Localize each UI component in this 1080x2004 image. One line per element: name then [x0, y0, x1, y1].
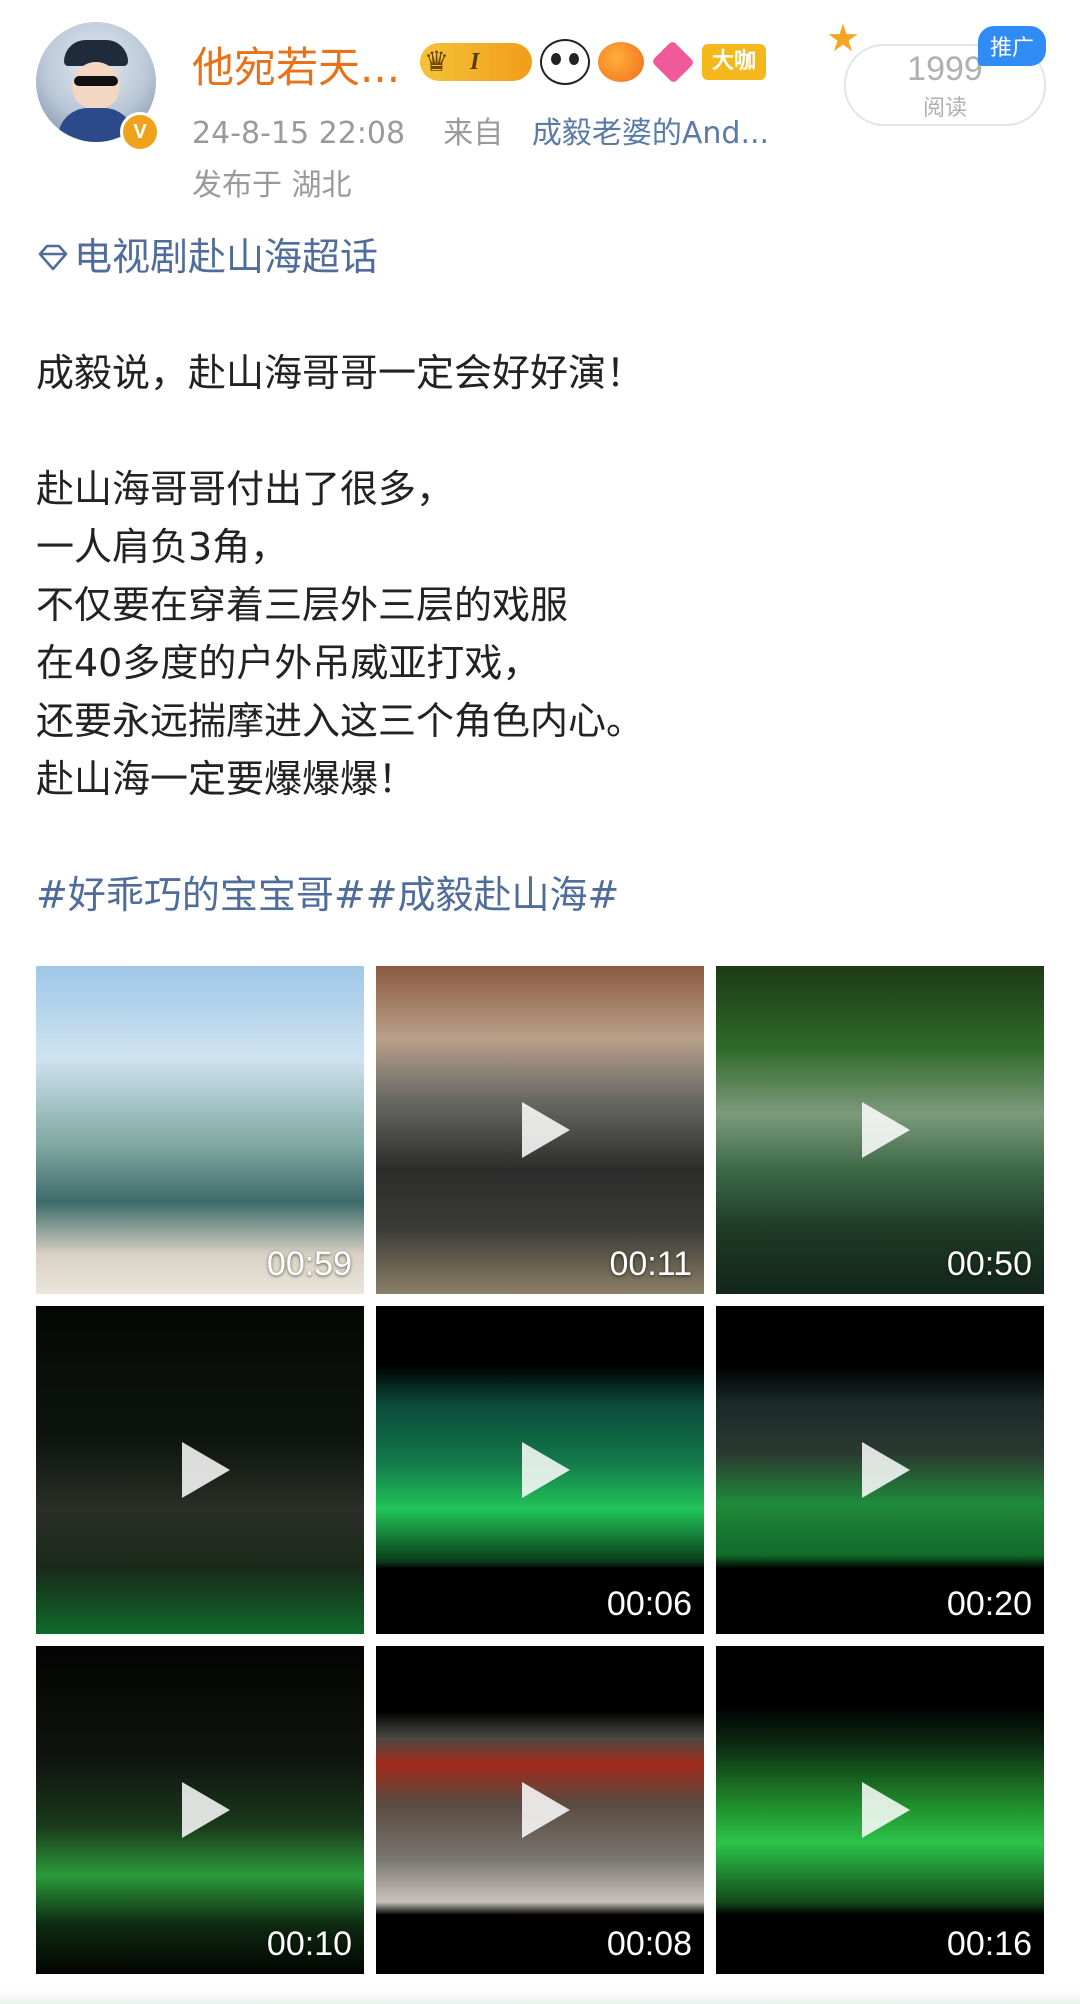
big-shot-badge[interactable]: 大咖 [702, 44, 767, 80]
post-location: 发布于 湖北 [192, 168, 352, 203]
super-topic-label: 电视剧赴山海超话 [74, 235, 379, 279]
member-crown-badge[interactable]: ♛ I [420, 43, 532, 81]
play-icon [862, 1102, 910, 1158]
post-meta: 24-8-15 22:08 来自 成毅老婆的And... [192, 108, 769, 152]
gem-badge-icon[interactable] [651, 40, 695, 84]
play-icon [182, 1782, 230, 1838]
post-content: 电视剧赴山海超话 成毅说，赴山海哥哥一定会好好演！ 赴山海哥哥付出了很多， 一人… [36, 228, 1046, 924]
content-line: 成毅说，赴山海哥哥一定会好好演！ [36, 351, 645, 395]
video-thumbnail[interactable]: 00:16 [716, 1646, 1044, 1974]
super-topic-link[interactable]: 电视剧赴山海超话 [36, 228, 1046, 286]
play-icon [522, 1782, 570, 1838]
member-level-label: I [470, 49, 480, 75]
video-thumbnail[interactable]: 00:10 [36, 1646, 364, 1974]
video-duration: 00:50 [946, 1245, 1032, 1283]
promo-tag: 推广 [978, 26, 1047, 66]
crown-icon: ♛ [424, 45, 450, 78]
content-line: 还要永远揣摩进入这三个角色内心。 [36, 699, 645, 743]
video-thumbnail[interactable]: 00:20 [716, 1306, 1044, 1634]
hashtags-link[interactable]: #好乖巧的宝宝哥##成毅赴山海# [36, 866, 1046, 924]
post-source-link[interactable]: 成毅老婆的And... [532, 116, 769, 151]
avatar-glasses [74, 76, 118, 86]
video-thumbnail[interactable]: 00:50 [716, 966, 1044, 1294]
avatar-face [72, 62, 120, 110]
video-duration: 00:06 [606, 1585, 692, 1623]
video-grid: 00:59 00:11 00:50 00:06 00:20 00:10 00:0… [36, 966, 1044, 1974]
verified-icon: V [120, 112, 160, 152]
play-icon [862, 1782, 910, 1838]
play-icon [182, 1442, 230, 1498]
post-header: V 他宛若天... ♛ I 大咖 ★ 1999 阅读 推广 24-8-15 22… [0, 0, 1080, 203]
video-thumbnail[interactable]: 00:59 [36, 966, 364, 1294]
content-line: 在40多度的户外吊威亚打戏， [36, 641, 541, 685]
video-duration: 00:10 [266, 1925, 352, 1963]
diamond-topic-icon [38, 244, 68, 271]
user-badges: ♛ I 大咖 [420, 39, 767, 85]
read-label: 阅读 [922, 96, 967, 121]
video-thumbnail[interactable]: 00:08 [376, 1646, 704, 1974]
video-duration: 00:16 [946, 1925, 1032, 1963]
play-icon [862, 1442, 910, 1498]
video-duration: 00:08 [606, 1925, 692, 1963]
content-line: 赴山海一定要爆爆爆！ [36, 757, 417, 801]
video-thumbnail[interactable]: 00:06 [376, 1306, 704, 1634]
video-duration: 00:20 [946, 1585, 1032, 1623]
user-name[interactable]: 他宛若天... [192, 34, 400, 95]
video-thumbnail[interactable]: 00:11 [376, 966, 704, 1294]
post-timestamp: 24-8-15 22:08 [192, 116, 406, 151]
content-line: 一人肩负3角， [36, 525, 289, 569]
source-prefix: 来自 [443, 116, 504, 151]
video-thumbnail[interactable] [36, 1306, 364, 1634]
play-icon [522, 1102, 570, 1158]
play-icon [522, 1442, 570, 1498]
bottom-edge [0, 1990, 1080, 2004]
video-duration: 00:59 [266, 1245, 352, 1283]
panda-badge-icon[interactable] [540, 39, 590, 85]
fish-badge-icon[interactable] [598, 42, 644, 82]
content-line: 赴山海哥哥付出了很多， [36, 467, 455, 511]
video-duration: 00:11 [609, 1245, 692, 1283]
content-line: 不仅要在穿着三层外三层的戏服 [36, 583, 569, 627]
